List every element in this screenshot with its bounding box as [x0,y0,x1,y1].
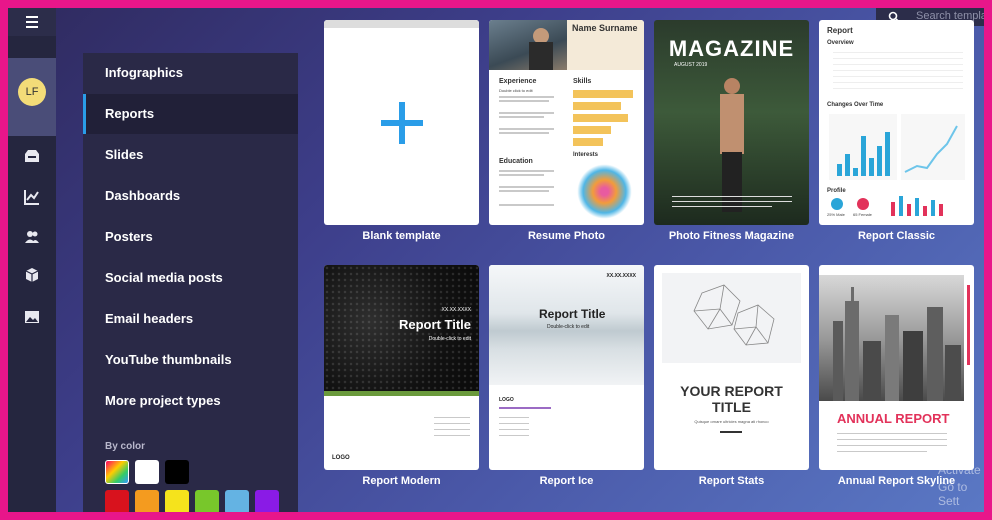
modern-logo: LOGO [332,455,350,461]
modern-title: Report Title [399,317,471,332]
template-label: Photo Fitness Magazine [668,230,795,242]
resume-section: Skills [573,78,592,85]
plus-icon [381,102,423,144]
category-more-project-types[interactable]: More project types [83,381,298,421]
modern-stripe [324,391,479,396]
model-figure [724,78,740,94]
template-report-modern[interactable]: XX.XX.XXXX Report Title Double-click to … [324,265,479,470]
template-label: Blank template [362,230,441,242]
menu-icon-bar [26,21,38,23]
resume-placeholder: Double click to edit [499,88,533,93]
template-label: Report Ice [539,475,594,487]
category-youtube-thumbnails[interactable]: YouTube thumbnails [83,340,298,380]
category-reports[interactable]: Reports [83,94,298,134]
color-swatch-orange[interactable] [135,490,159,512]
ice-accent-line [499,407,551,409]
report-classic-section: Profile [827,188,846,194]
profile-icon [857,198,869,210]
modern-date: XX.XX.XXXX [441,307,471,313]
stats-title: YOUR REPORT TITLE [680,383,783,415]
template-label: Report Modern [362,475,441,487]
card-top-strip [324,20,479,28]
skyline-side-strip [964,275,974,401]
color-swatch-white[interactable] [135,460,159,484]
interests-word-cloud [577,164,632,219]
menu-button[interactable] [8,8,56,36]
skyline-title: ANNUAL REPORT [837,411,950,426]
template-label: Resume Photo [527,230,605,242]
activation-watermark-line1: Activate [938,463,981,477]
image-icon[interactable] [23,308,41,326]
color-swatch-yellow[interactable] [165,490,189,512]
chart-icon[interactable] [23,188,41,206]
profile-stat: 25% Male [827,212,845,217]
template-report-stats[interactable]: YOUR REPORT TITLE Quisque ornare ultrici… [654,265,809,470]
report-classic-section: Changes Over Time [827,102,884,108]
report-classic-title: Report [827,26,853,35]
color-swatch-purple[interactable] [255,490,279,512]
skyline-photo [819,275,964,401]
app-window: LF Infographics Reports Slides Dashboard… [8,8,984,512]
category-infographics[interactable]: Infographics [83,53,298,93]
category-slides[interactable]: Slides [83,135,298,175]
template-label: Report Classic [857,230,936,242]
category-posters[interactable]: Posters [83,217,298,257]
ice-cover: XX.XX.XXXX Report Title Double-click to … [489,265,644,385]
color-swatch-red[interactable] [105,490,129,512]
ice-subtitle: Double-click to edit [547,324,590,330]
avatar[interactable]: LF [18,78,46,106]
modern-cover: XX.XX.XXXX Report Title Double-click to … [324,265,479,391]
report-classic-section: Overview [827,40,854,46]
profile-icon [831,198,843,210]
template-resume-photo[interactable]: Name Surname Experience Skills Double cl… [489,20,644,225]
template-blank[interactable] [324,20,479,225]
cube-icon[interactable] [23,266,41,284]
color-swatch-black[interactable] [165,460,189,484]
template-report-ice[interactable]: XX.XX.XXXX Report Title Double-click to … [489,265,644,470]
resume-header-area: Name Surname [567,20,644,70]
category-email-headers[interactable]: Email headers [83,299,298,339]
modern-subtitle: Double-click to edit [428,336,471,342]
stats-divider [720,431,742,433]
template-annual-report-skyline[interactable]: ANNUAL REPORT [819,265,974,470]
resume-name: Name Surname [572,23,638,33]
resume-section: Experience [499,78,537,85]
by-color-label: By color [105,441,146,452]
ice-date: XX.XX.XXXX [606,273,636,279]
resume-section: Education [499,158,533,165]
overview-table [833,52,963,92]
category-panel: Infographics Reports Slides Dashboards P… [83,53,298,512]
geometric-wireframe [693,284,775,346]
ice-logo: LOGO [499,397,514,403]
template-photo-fitness-magazine[interactable]: MAGAZINE AUGUST 2019 [654,20,809,225]
ice-title: Report Title [539,307,606,321]
menu-icon [26,16,38,18]
line-chart-thumb [901,114,965,180]
category-dashboards[interactable]: Dashboards [83,176,298,216]
menu-icon-bar [26,26,38,28]
color-swatch-green[interactable] [195,490,219,512]
magazine-date: AUGUST 2019 [674,62,708,68]
category-social-media-posts[interactable]: Social media posts [83,258,298,298]
inbox-icon[interactable] [23,148,41,166]
color-swatch-multicolor[interactable] [105,460,129,484]
stats-subtitle: Quisque ornare ultricies magna ati rhonc… [694,419,769,424]
users-icon[interactable] [23,228,41,246]
resume-photo [489,20,567,70]
bar-chart-thumb [829,114,897,180]
profile-stat: 65 Female [853,212,872,217]
stats-cover [662,273,801,363]
magazine-headline: MAGAZINE [668,36,795,61]
activation-watermark-line2: Go to Sett [938,480,968,508]
resume-section: Interests [573,152,599,158]
icon-rail: LF [8,8,56,512]
template-report-classic[interactable]: Report Overview Changes Over Time Profil… [819,20,974,225]
color-swatch-blue[interactable] [225,490,249,512]
template-label: Report Stats [698,475,765,487]
